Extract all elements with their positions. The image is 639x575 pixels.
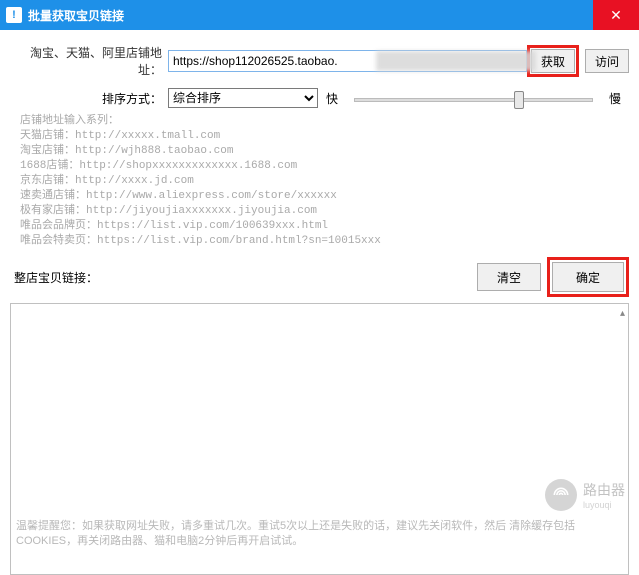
sort-select[interactable]: 综合排序 <box>168 88 318 108</box>
visit-button[interactable]: 访问 <box>585 49 629 73</box>
speed-slider-wrap <box>354 91 593 105</box>
sort-row: 排序方式： 综合排序 快 慢 <box>10 88 629 108</box>
clear-button[interactable]: 清空 <box>477 263 541 291</box>
url-label: 淘宝、天猫、阿里店铺地址： <box>10 44 168 78</box>
confirm-highlight: 确定 <box>547 257 629 297</box>
watermark: 路由器 luyouqi <box>545 479 625 511</box>
fetch-button[interactable]: 获取 <box>531 49 575 73</box>
action-row: 整店宝贝链接： 清空 确定 <box>10 257 629 297</box>
scroll-up-icon[interactable]: ▴ <box>620 308 625 319</box>
examples-text: 店铺地址输入系列： 天猫店铺：http://xxxxx.tmall.com 淘宝… <box>20 114 629 249</box>
sort-label: 排序方式： <box>10 90 168 107</box>
confirm-button[interactable]: 确定 <box>552 262 624 292</box>
close-button[interactable]: ✕ <box>593 0 639 30</box>
app-icon: ! <box>6 7 22 23</box>
slow-label: 慢 <box>609 90 621 107</box>
watermark-text: 路由器 <box>583 482 625 498</box>
url-row: 淘宝、天猫、阿里店铺地址： 获取 访问 <box>10 44 629 78</box>
titlebar: ! 批量获取宝贝链接 ✕ <box>0 0 639 30</box>
router-icon <box>545 479 577 511</box>
footer-tip: 温馨提醒您：如果获取网址失败，请多重试几次。重试5次以上还是失败的话，建议先关闭… <box>16 519 623 549</box>
watermark-sub: luyouqi <box>583 500 625 510</box>
links-label: 整店宝贝链接： <box>10 269 471 286</box>
blur-overlay <box>376 51 536 71</box>
fast-label: 快 <box>326 90 338 107</box>
window-title: 批量获取宝贝链接 <box>28 7 124 24</box>
speed-slider[interactable] <box>354 98 593 102</box>
